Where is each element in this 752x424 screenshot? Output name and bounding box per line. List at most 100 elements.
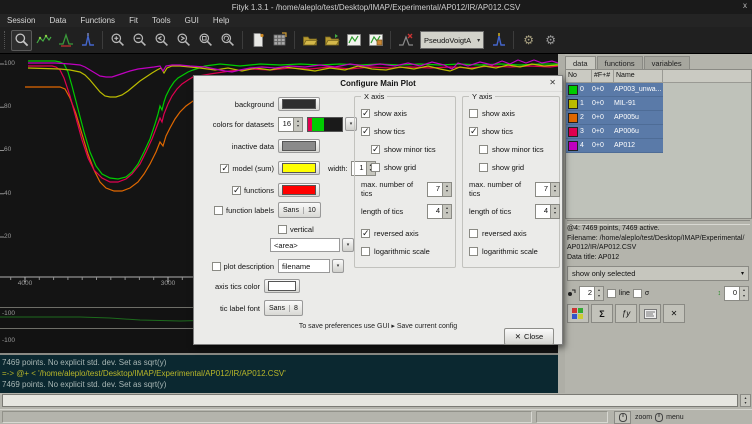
x-log-checkbox[interactable] (361, 247, 370, 256)
zoom-right-button[interactable] (173, 30, 194, 51)
add-function-mode-button[interactable] (77, 30, 98, 51)
x-show-axis-checkbox[interactable] (361, 109, 370, 118)
function-labels-checkbox[interactable] (214, 206, 223, 215)
shift-spinner[interactable]: 0 ▴▾ (724, 286, 749, 301)
menu-functions[interactable]: Functions (73, 16, 122, 25)
save-plot-image-button[interactable] (343, 30, 364, 51)
data-range-mode-button[interactable] (33, 30, 54, 51)
y-len-tics-spinner[interactable]: 4 ▴▾ (535, 204, 560, 219)
run-fit-button[interactable]: ⚙ (518, 30, 539, 51)
spinner-arrows[interactable]: ▴▾ (442, 205, 451, 218)
menu-help[interactable]: Help (206, 16, 236, 25)
menu-tools[interactable]: Tools (145, 16, 178, 25)
fit-options-button[interactable]: ⚙ (540, 30, 561, 51)
background-color-button[interactable] (278, 97, 320, 111)
y-max-tics-spinner[interactable]: 7 ▴▾ (535, 182, 560, 197)
line-checkbox[interactable] (607, 289, 616, 298)
tic-label-font-button[interactable]: Sans 8 (264, 300, 303, 316)
inactive-color-button[interactable] (278, 139, 320, 153)
point-size-spinner[interactable]: 2 ▴▾ (579, 286, 604, 301)
dataset-colors-strip[interactable] (307, 117, 343, 132)
y-reversed-checkbox[interactable] (469, 229, 478, 238)
menu-fit[interactable]: Fit (122, 16, 145, 25)
window-close-button[interactable]: x (743, 1, 747, 10)
spinner-arrows[interactable]: ▴▾ (550, 205, 559, 218)
spinner-arrows[interactable]: ▴▾ (442, 183, 451, 196)
zoom-out-button[interactable] (129, 30, 150, 51)
tab-functions[interactable]: functions (597, 56, 643, 69)
label-format-dropdown-button[interactable]: ▾ (342, 238, 354, 252)
x-show-grid-checkbox[interactable] (371, 163, 380, 172)
dialog-close-action-button[interactable]: ✕ Close (504, 328, 554, 345)
x-show-tics-checkbox[interactable] (361, 127, 370, 136)
input-history-spinner[interactable]: ▴▾ (740, 394, 751, 407)
axis-tics-color-button[interactable] (264, 279, 300, 293)
zoom-left-button[interactable] (151, 30, 172, 51)
configure-plot-button[interactable] (365, 30, 386, 51)
plot-description-checkbox[interactable] (212, 262, 221, 271)
peak-type-dropdown[interactable]: PseudoVoigtA ▾ (420, 31, 484, 49)
output-console[interactable]: 7469 points. No explicit std. dev. Set a… (0, 353, 558, 393)
zoom-mode-button[interactable] (11, 30, 32, 51)
x-reversed-checkbox[interactable] (361, 229, 370, 238)
table-row[interactable]: 3 0+0 AP006u (566, 125, 663, 139)
dataset-grid-icon (272, 32, 288, 48)
colors-count-spinner[interactable]: 16 ▴▾ (278, 117, 303, 132)
x-max-tics-spinner[interactable]: 7 ▴▾ (427, 182, 452, 197)
sigma-checkbox[interactable] (633, 289, 642, 298)
edit-data-button[interactable]: ƒy (615, 304, 637, 323)
open-data-as-button[interactable] (321, 30, 342, 51)
table-row[interactable]: 0 0+0 AP003_unwa... (566, 83, 663, 97)
tab-variables[interactable]: variables (644, 56, 690, 69)
show-filter-dropdown[interactable]: show only selected ▾ (567, 266, 749, 281)
function-labels-font-button[interactable]: Sans 10 (278, 202, 321, 218)
y-show-axis-checkbox[interactable] (469, 109, 478, 118)
auto-add-peak-button[interactable] (488, 30, 509, 51)
x-len-tics-spinner[interactable]: 4 ▴▾ (427, 204, 452, 219)
command-input[interactable] (2, 394, 738, 407)
zoom-all-button[interactable] (195, 30, 216, 51)
menu-data[interactable]: Data (42, 16, 73, 25)
spinner-arrows[interactable]: ▴▾ (739, 287, 748, 300)
table-row[interactable]: 2 0+0 AP005u (566, 111, 663, 125)
y-log-checkbox[interactable] (469, 247, 478, 256)
x-log-label: logarithmic scale (374, 247, 430, 256)
y-show-minor-tics-checkbox[interactable] (479, 145, 488, 154)
col-no[interactable]: No (566, 70, 592, 82)
run-script-button[interactable] (639, 304, 661, 323)
add-peak-mode-button[interactable] (55, 30, 76, 51)
table-row[interactable]: 4 0+0 AP012 (566, 139, 663, 153)
functions-color-button[interactable] (278, 183, 320, 197)
spinner-arrows[interactable]: ▴▾ (550, 183, 559, 196)
plot-description-combo[interactable]: filename (278, 259, 330, 273)
x-show-minor-tics-checkbox[interactable] (371, 145, 380, 154)
log-script-button[interactable] (247, 30, 268, 51)
color-palette-button[interactable] (567, 304, 589, 323)
sum-button[interactable]: Σ (591, 304, 613, 323)
model-color-button[interactable] (278, 161, 320, 175)
open-data-button[interactable] (299, 30, 320, 51)
delete-button[interactable]: ✕ (663, 304, 685, 323)
y-show-tics-checkbox[interactable] (469, 127, 478, 136)
peak-define-icon (398, 32, 414, 48)
data-manipulation-button[interactable] (269, 30, 290, 51)
spinner-arrows[interactable]: ▴▾ (293, 118, 302, 131)
dialog-close-button[interactable]: ✕ (549, 78, 556, 87)
status-mouse-button[interactable] (614, 411, 631, 424)
menu-gui[interactable]: GUI (178, 16, 206, 25)
col-ff[interactable]: #F+# (592, 70, 614, 82)
label-format-combo[interactable]: <area> (270, 238, 340, 252)
col-name[interactable]: Name (614, 70, 663, 82)
table-row[interactable]: 1 0+0 MIL-91 (566, 97, 663, 111)
plot-description-dropdown-button[interactable]: ▾ (332, 259, 344, 273)
zoom-previous-button[interactable] (217, 30, 238, 51)
model-checkbox[interactable] (220, 164, 229, 173)
tab-data[interactable]: data (565, 56, 596, 69)
functions-checkbox[interactable] (232, 186, 241, 195)
spinner-arrows[interactable]: ▴▾ (594, 287, 603, 300)
menu-session[interactable]: Session (0, 16, 42, 25)
zoom-in-button[interactable] (107, 30, 128, 51)
y-show-grid-checkbox[interactable] (479, 163, 488, 172)
define-peak-button[interactable] (395, 30, 416, 51)
vertical-checkbox[interactable] (278, 225, 287, 234)
